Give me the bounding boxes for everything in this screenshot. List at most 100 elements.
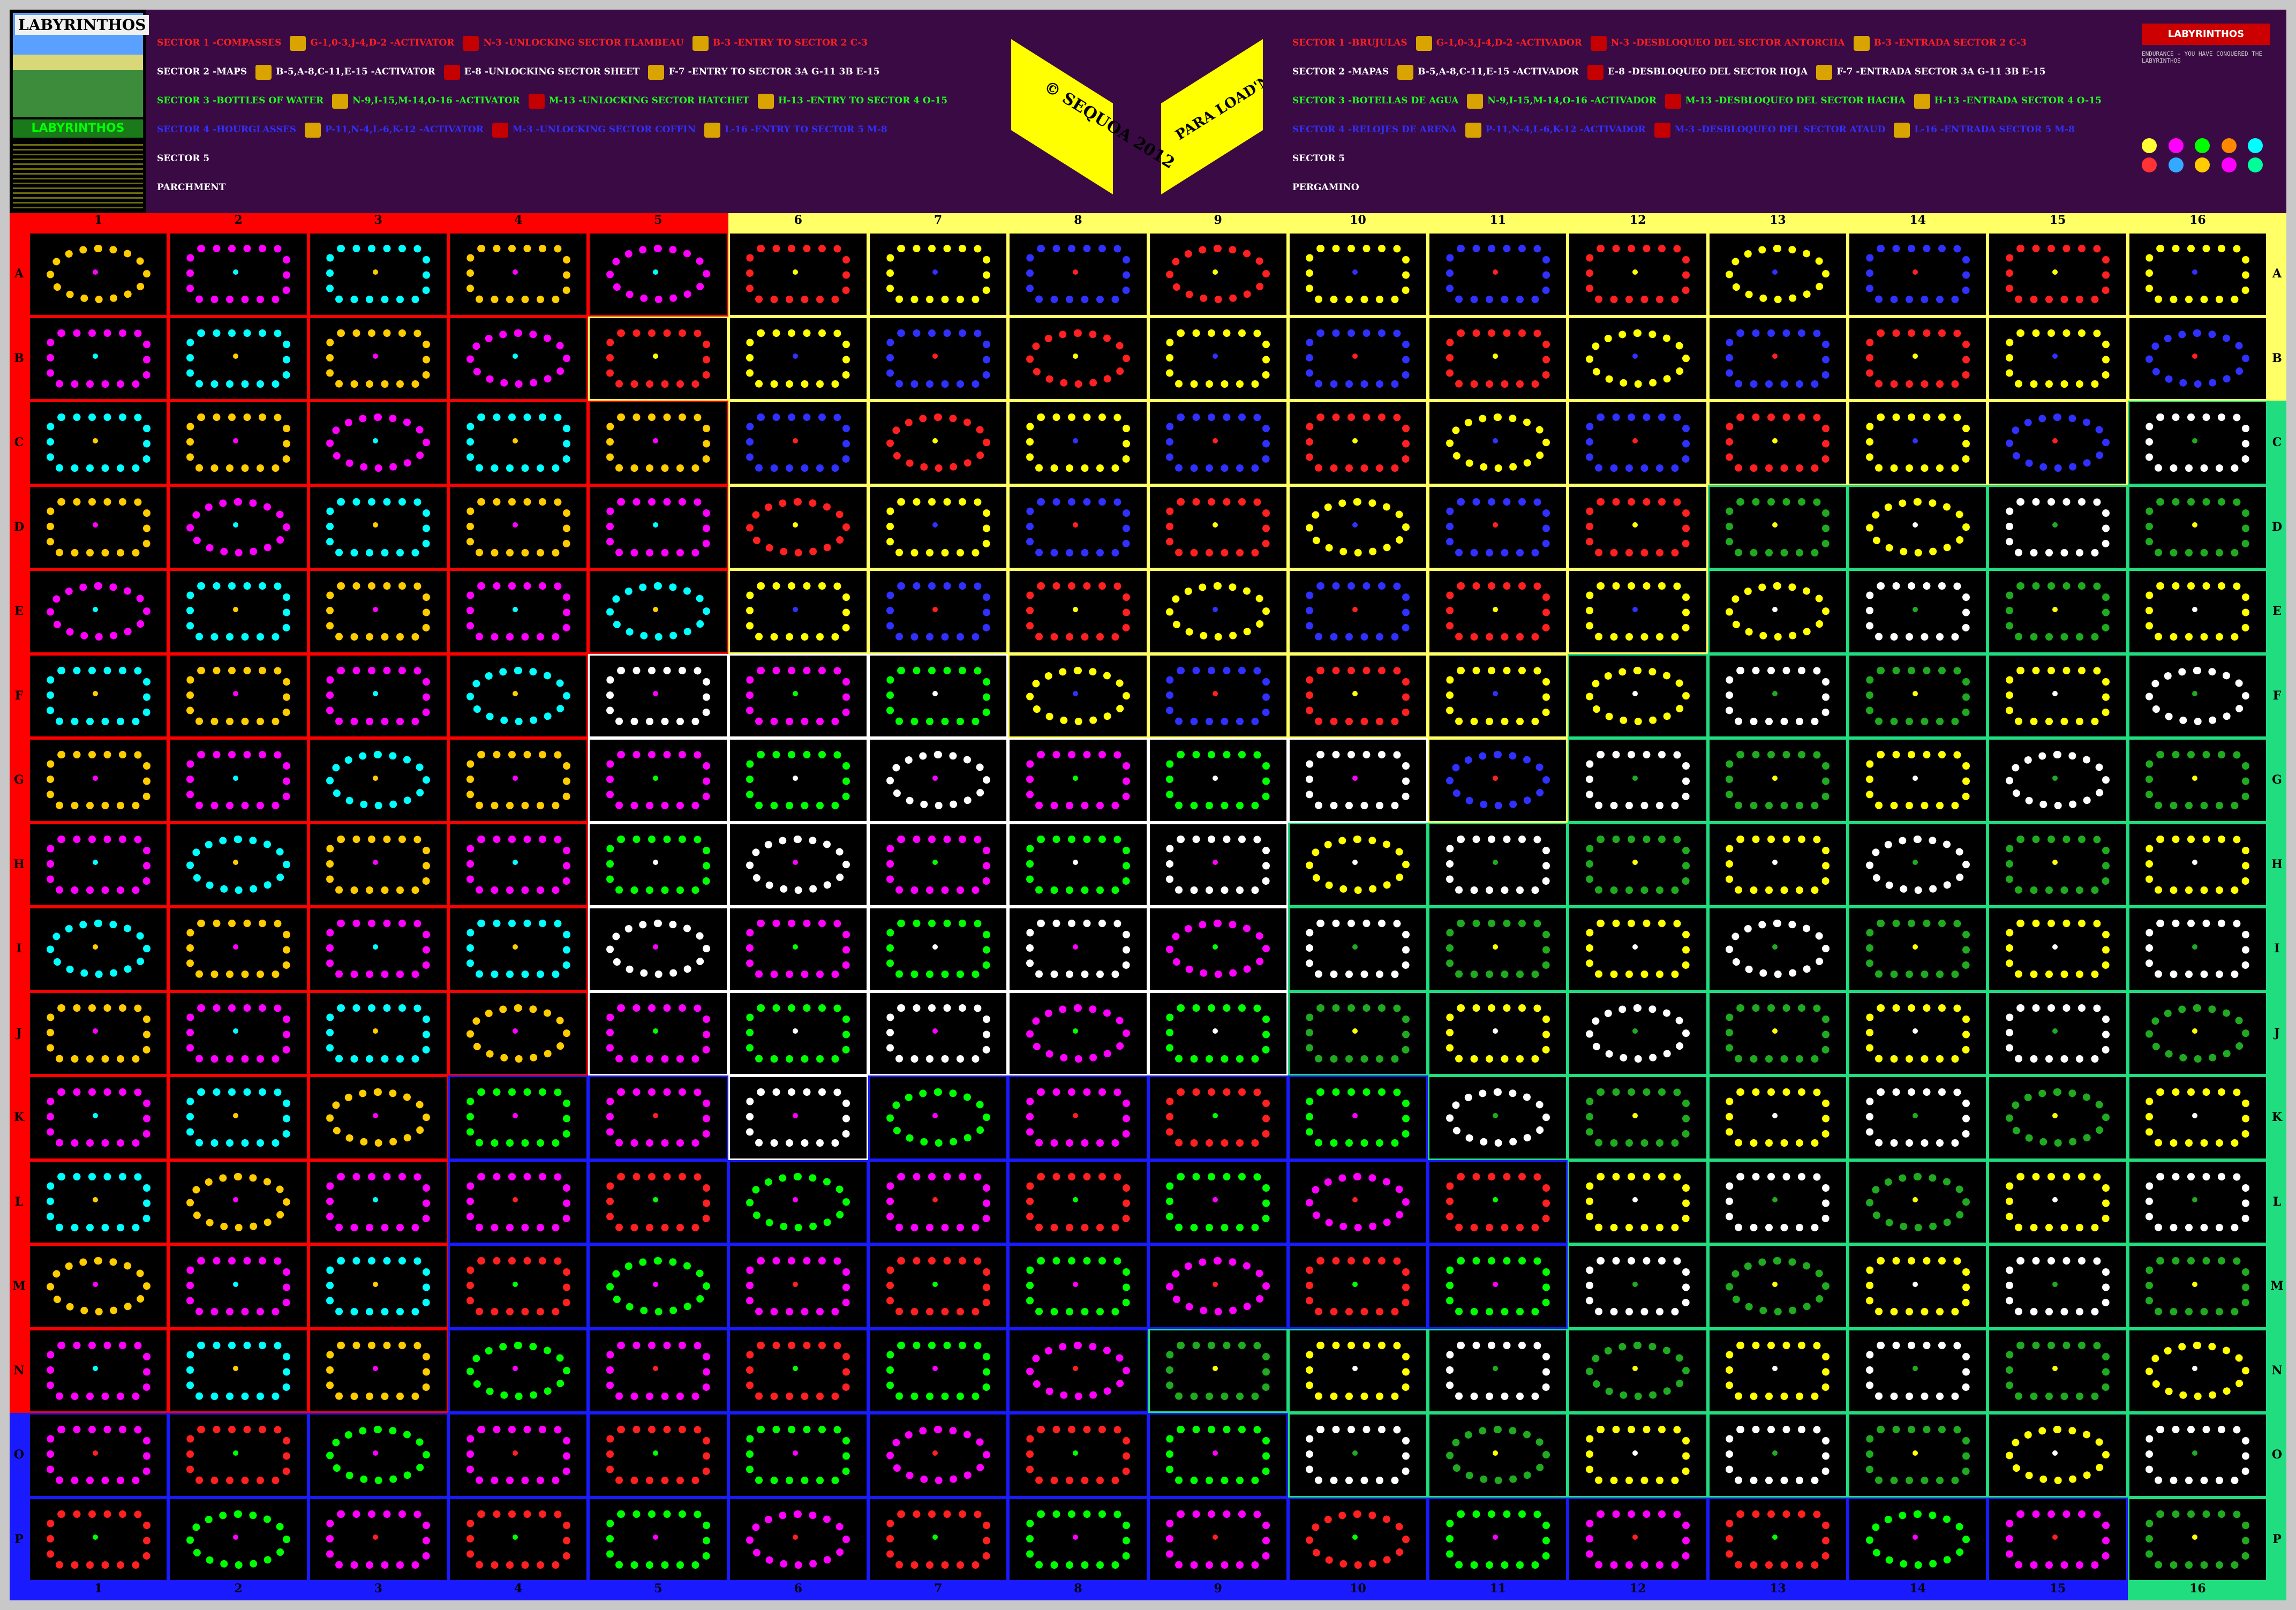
map-room xyxy=(868,822,1008,907)
room-wall-ring xyxy=(606,329,710,388)
column-label-bottom: 12 xyxy=(1629,1582,1646,1596)
map-room xyxy=(1568,1497,1708,1582)
room-wall-ring xyxy=(186,582,290,641)
legend-extra2: L-16 -ENTRADA SECTOR 5 M-8 xyxy=(1914,124,2075,135)
room-wall-ring xyxy=(186,1088,290,1147)
room-item xyxy=(232,438,238,443)
room-item xyxy=(652,438,658,443)
legend-icon xyxy=(443,64,460,80)
map-room xyxy=(1848,1413,1988,1498)
room-wall-ring xyxy=(1026,1004,1130,1063)
map-room xyxy=(1428,738,1568,823)
room-item xyxy=(232,1197,238,1203)
room-wall-ring xyxy=(1026,329,1130,388)
map-room xyxy=(2127,653,2268,738)
room-item xyxy=(1492,944,1498,950)
room-item xyxy=(793,1281,798,1287)
map-room xyxy=(1848,485,1988,569)
room-wall-ring xyxy=(1586,1341,1690,1400)
room-wall-ring xyxy=(1865,1088,1970,1147)
column-label: 10 xyxy=(1350,213,1366,227)
row-label-left: A xyxy=(14,267,24,281)
legend-line: SECTOR 4 -RELOJES DE ARENA P-11,N-4,L-6,K… xyxy=(1292,115,2106,144)
map-room xyxy=(1428,991,1568,1075)
map-room xyxy=(28,232,169,317)
room-wall-ring xyxy=(466,835,570,894)
room-wall-ring xyxy=(326,1004,431,1063)
map-room xyxy=(1148,991,1288,1075)
room-item xyxy=(1912,1534,1918,1540)
room-wall-ring xyxy=(606,245,710,304)
map-room xyxy=(868,569,1008,654)
room-wall-ring xyxy=(2006,1426,2110,1485)
room-item xyxy=(2192,1112,2198,1118)
row-label-right: C xyxy=(2272,435,2282,449)
map-room xyxy=(168,738,308,823)
legend-extra: M-3 -UNLOCKING SECTOR COFFIN xyxy=(512,124,696,135)
item-icon xyxy=(2195,157,2210,172)
legend-items: G-1,0-3,J-4,D-2 -ACTIVATOR xyxy=(310,37,455,48)
column-label: 14 xyxy=(1909,213,1926,227)
room-wall-ring xyxy=(1306,245,1410,304)
map-room xyxy=(2127,907,2268,991)
map-room xyxy=(1988,232,2128,317)
room-wall-ring xyxy=(1166,245,1270,304)
room-wall-ring xyxy=(326,498,431,556)
room-wall-ring xyxy=(1166,666,1270,725)
map-room xyxy=(1568,1244,1708,1329)
room-item xyxy=(1912,1450,1918,1456)
column-label-bottom: 11 xyxy=(1489,1582,1507,1596)
map-room xyxy=(1568,822,1708,907)
room-item xyxy=(1212,269,1218,275)
room-item xyxy=(1352,1112,1358,1118)
room-wall-ring xyxy=(1446,1172,1550,1231)
legend-extra2: L-16 -ENTRY TO SECTOR 5 M-8 xyxy=(725,124,887,135)
room-wall-ring xyxy=(1586,1004,1690,1063)
map-room xyxy=(1848,653,1988,738)
room-wall-ring xyxy=(1446,666,1550,725)
map-room xyxy=(588,1413,728,1498)
room-item xyxy=(652,775,658,781)
room-wall-ring xyxy=(886,582,990,641)
room-wall-ring xyxy=(886,835,990,894)
room-wall-ring xyxy=(186,1341,290,1400)
room-wall-ring xyxy=(1446,1510,1550,1569)
row-label-right: G xyxy=(2272,773,2282,787)
room-item xyxy=(1352,1281,1358,1287)
room-wall-ring xyxy=(1166,1172,1270,1231)
room-item xyxy=(2192,1450,2198,1456)
map-room xyxy=(1428,401,1568,485)
map-room xyxy=(308,991,448,1075)
room-item xyxy=(1072,1281,1078,1287)
room-wall-ring xyxy=(1306,1510,1410,1569)
room-wall-ring xyxy=(46,329,150,388)
item-icon xyxy=(2221,138,2237,153)
room-item xyxy=(1492,1450,1498,1456)
map-room xyxy=(308,316,448,401)
legend-extra: E-8 -UNLOCKING SECTOR SHEET xyxy=(464,66,640,77)
room-wall-ring xyxy=(1026,1341,1130,1400)
map-room xyxy=(28,1244,169,1329)
room-item xyxy=(932,944,938,950)
legend-label: SECTOR 2 -MAPAS xyxy=(1292,66,1389,77)
room-wall-ring xyxy=(2006,1510,2110,1569)
row-label-left: M xyxy=(12,1279,26,1293)
room-wall-ring xyxy=(1726,413,1830,472)
row-label-left: E xyxy=(14,604,24,618)
room-item xyxy=(513,438,518,443)
room-item xyxy=(1072,269,1078,275)
room-wall-ring xyxy=(1865,1004,1970,1063)
map-room xyxy=(28,991,169,1075)
room-wall-ring xyxy=(1166,1426,1270,1485)
legend-label: PARCHMENT xyxy=(157,182,226,193)
room-item xyxy=(373,944,379,950)
room-item xyxy=(1632,353,1638,359)
room-item xyxy=(1912,269,1918,275)
room-item xyxy=(373,1281,379,1287)
room-wall-ring xyxy=(1865,1172,1970,1231)
room-wall-ring xyxy=(186,751,290,810)
map-room xyxy=(1288,653,1428,738)
room-item xyxy=(1912,775,1918,781)
map-room xyxy=(728,1075,868,1160)
room-wall-ring xyxy=(2006,751,2110,810)
